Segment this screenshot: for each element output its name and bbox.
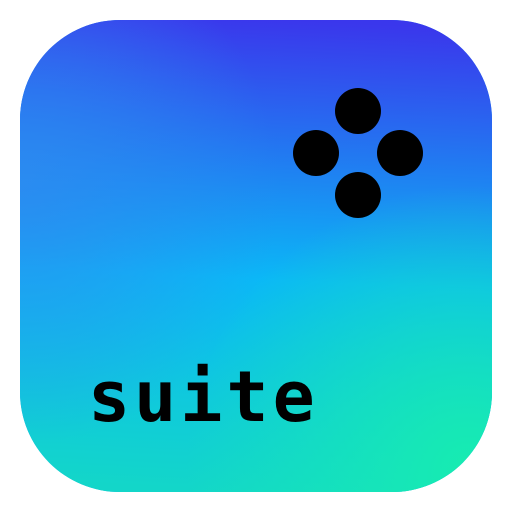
dot-top — [335, 88, 381, 134]
dot-left — [293, 130, 339, 176]
dot-right — [377, 130, 423, 176]
app-wordmark: suite — [88, 356, 319, 438]
icon-canvas: suite — [0, 0, 512, 512]
app-icon: suite — [20, 20, 492, 492]
dot-bottom — [335, 172, 381, 218]
four-dot-diamond-icon — [290, 86, 426, 222]
